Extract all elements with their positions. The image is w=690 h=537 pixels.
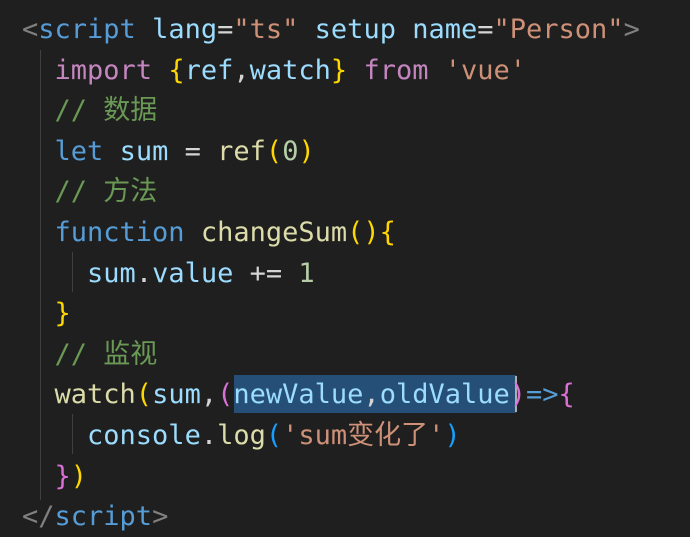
code-token: from — [363, 54, 429, 86]
code-token: ref — [184, 54, 234, 86]
code-line[interactable]: }) — [22, 457, 88, 497]
code-token: { — [558, 379, 575, 411]
code-token: name — [412, 14, 478, 45]
code-token: changeSum — [200, 217, 348, 248]
code-token: console — [87, 420, 201, 451]
code-token: 0 — [282, 135, 299, 167]
code-token: 'sum变化了' — [282, 420, 445, 451]
code-token: "Person" — [493, 14, 624, 45]
code-token: log — [217, 420, 266, 451]
code-token: , — [200, 379, 218, 411]
code-token: ( — [217, 379, 234, 411]
code-line[interactable]: } — [22, 294, 71, 334]
code-token: sum — [152, 379, 201, 411]
code-token: setup — [314, 14, 396, 45]
code-token: script — [54, 501, 153, 533]
code-token: => — [526, 379, 559, 411]
code-token: += — [249, 257, 283, 289]
code-line[interactable]: </script> — [22, 497, 168, 537]
code-token: 1 — [298, 257, 315, 289]
code-token: () — [347, 217, 380, 248]
code-token: ) — [444, 420, 461, 451]
code-token: ) — [509, 379, 526, 411]
code-token: lang — [152, 14, 218, 45]
code-line[interactable]: // 数据 — [22, 91, 158, 131]
code-token: </ — [22, 501, 55, 533]
code-token: ref — [217, 135, 266, 167]
code-token: ) — [70, 460, 88, 492]
code-token: 'vue' — [444, 54, 527, 86]
code-token: ( — [265, 420, 283, 451]
code-token: oldValue — [379, 379, 510, 411]
code-token: < — [22, 14, 39, 45]
code-token: // 方法 — [54, 176, 158, 208]
code-line[interactable]: // 方法 — [22, 172, 158, 212]
code-token: { — [379, 217, 396, 248]
code-token: let — [54, 135, 104, 167]
code-token: , — [233, 54, 250, 86]
code-token: watch — [249, 54, 331, 86]
code-line[interactable]: import {ref,watch} from 'vue' — [22, 51, 527, 91]
code-line[interactable]: sum.value += 1 — [22, 254, 315, 294]
code-line[interactable]: <script lang="ts" setup name="Person"> — [22, 10, 640, 50]
code-token: // 监视 — [54, 338, 158, 370]
code-token: sum — [87, 257, 136, 289]
code-token: > — [623, 14, 640, 45]
code-token: > — [152, 501, 169, 533]
code-line[interactable]: function changeSum(){ — [22, 213, 396, 253]
code-token: = — [217, 14, 234, 45]
code-token: ( — [135, 379, 153, 411]
code-editor[interactable]: <script lang="ts" setup name="Person"> i… — [0, 0, 690, 536]
code-token: . — [200, 420, 218, 451]
code-token: value — [152, 257, 234, 289]
code-token: "ts" — [233, 14, 299, 45]
code-token: } — [330, 54, 348, 86]
code-token: newValue — [233, 379, 364, 411]
code-token: // 数据 — [54, 95, 158, 127]
code-token: watch — [54, 379, 136, 411]
code-token: function — [54, 217, 185, 248]
code-token: script — [38, 14, 136, 45]
code-token: = — [184, 135, 201, 167]
code-token: ( — [265, 135, 283, 167]
code-line[interactable]: let sum = ref(0) — [22, 132, 315, 172]
code-token: { — [168, 54, 185, 86]
code-token: sum — [119, 135, 169, 167]
code-token: = — [477, 14, 494, 45]
code-token: ) — [298, 135, 315, 167]
code-token: } — [54, 460, 71, 492]
code-token: } — [54, 298, 71, 330]
code-line[interactable]: watch(sum,(newValue,oldValue)=>{ — [22, 375, 575, 415]
code-token: . — [135, 257, 153, 289]
code-token: import — [54, 54, 153, 86]
code-line[interactable]: // 监视 — [22, 335, 158, 375]
code-line[interactable]: console.log('sum变化了') — [22, 416, 461, 456]
code-token: , — [363, 379, 380, 411]
